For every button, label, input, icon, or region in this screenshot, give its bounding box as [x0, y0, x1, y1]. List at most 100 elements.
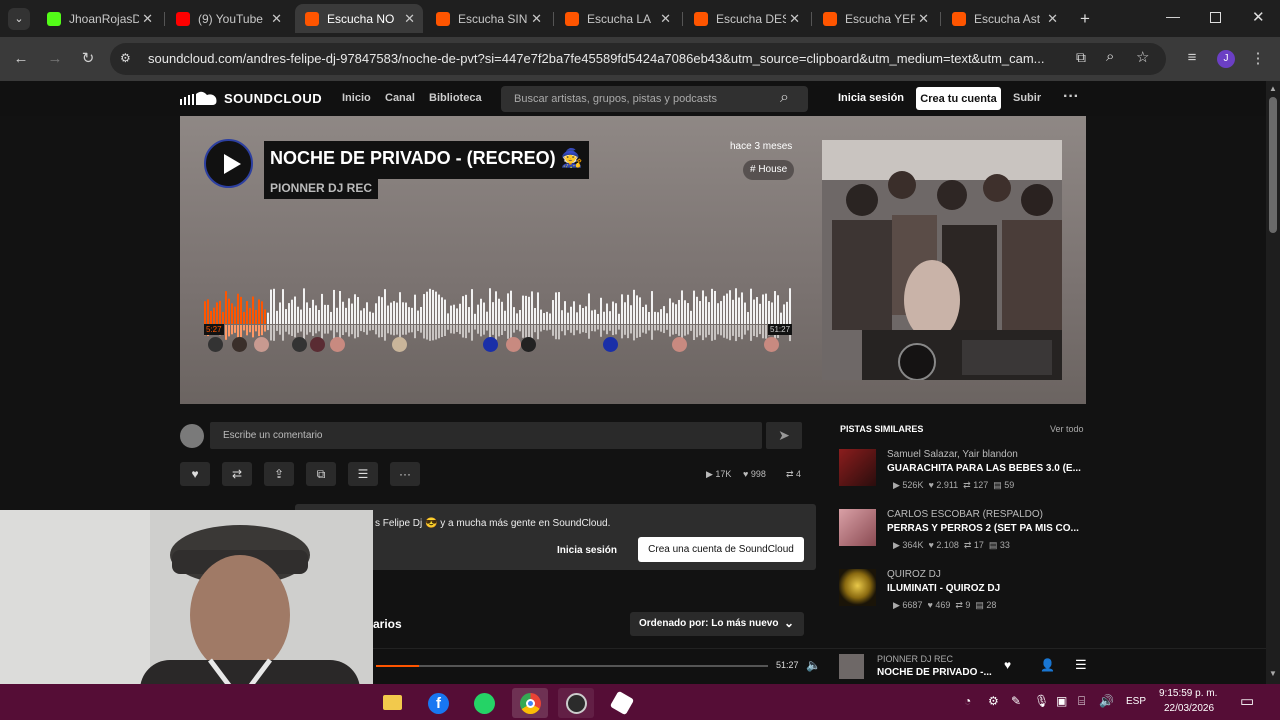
file-explorer-icon[interactable]	[374, 688, 410, 718]
tab-soundcloud[interactable]: Escucha SIN ✕	[426, 4, 550, 33]
profile-avatar[interactable]: J	[1217, 50, 1235, 68]
microphone-icon[interactable]: 🎙	[1034, 694, 1049, 708]
scrollbar-thumb[interactable]	[1269, 97, 1277, 233]
play-button[interactable]	[204, 139, 253, 188]
player-follow-icon[interactable]: 👤	[1040, 658, 1055, 672]
restore-icon[interactable]	[1210, 12, 1221, 23]
comment-avatar[interactable]	[392, 337, 407, 352]
comment-avatar[interactable]	[506, 337, 521, 352]
see-all-link[interactable]: Ver todo	[1050, 424, 1084, 434]
reading-list-icon[interactable]: ≡	[1180, 49, 1204, 66]
comment-avatar[interactable]	[483, 337, 498, 352]
track-thumbnail[interactable]	[839, 569, 876, 606]
whatsapp-icon[interactable]	[466, 688, 502, 718]
reload-icon[interactable]: ↻	[76, 49, 100, 67]
address-bar[interactable]: ⚙ soundcloud.com/andres-felipe-dj-978475…	[110, 43, 1166, 75]
site-info-icon[interactable]: ⚙	[120, 51, 131, 65]
close-tab-icon[interactable]: ✕	[1047, 11, 1058, 27]
track-thumbnail[interactable]	[839, 509, 876, 546]
nav-library[interactable]: Biblioteca	[429, 92, 482, 104]
genre-tag[interactable]: # House	[743, 160, 795, 180]
back-icon[interactable]: ←	[9, 50, 33, 67]
clock-time[interactable]: 9:15:59 p. m.	[1159, 688, 1217, 699]
track-thumbnail[interactable]	[839, 449, 876, 486]
tab-soundcloud[interactable]: Escucha YER ✕	[813, 4, 937, 33]
player-like-icon[interactable]: ♥	[1004, 658, 1011, 672]
tab-soundcloud[interactable]: Escucha DES ✕	[684, 4, 808, 33]
similar-track-item[interactable]: Samuel Salazar, Yair blandon GUARACHITA …	[839, 449, 1089, 503]
tab-youtube[interactable]: (9) YouTube ✕	[166, 4, 290, 33]
close-tab-icon[interactable]: ✕	[660, 11, 671, 27]
app-cube-icon[interactable]	[604, 688, 640, 718]
close-tab-icon[interactable]: ✕	[918, 11, 929, 27]
banner-signin-button[interactable]: Inicia sesión	[557, 539, 617, 563]
player-queue-icon[interactable]: ☰	[1075, 657, 1087, 673]
window-close-icon[interactable]: ✕	[1252, 8, 1265, 26]
track-artist[interactable]: PIONNER DJ REC	[264, 177, 379, 199]
like-button[interactable]: ♥	[180, 462, 210, 486]
facebook-icon[interactable]: f	[420, 688, 456, 718]
browser-menu-icon[interactable]: ⋮	[1246, 49, 1270, 67]
copy-link-button[interactable]: ⧉	[306, 462, 336, 486]
url-text[interactable]: soundcloud.com/andres-felipe-dj-97847583…	[148, 51, 1063, 66]
comment-avatar[interactable]	[764, 337, 779, 352]
signin-link[interactable]: Inicia sesión	[838, 92, 904, 104]
comment-avatar[interactable]	[208, 337, 223, 352]
upload-link[interactable]: Subir	[1013, 92, 1041, 104]
close-tab-icon[interactable]: ✕	[531, 11, 542, 27]
send-comment-icon[interactable]: ➤	[766, 422, 802, 449]
sort-dropdown[interactable]: Ordenado por: Lo más nuevo ⌄	[630, 612, 804, 636]
chrome-icon[interactable]	[512, 688, 548, 718]
comment-avatar[interactable]	[330, 337, 345, 352]
notifications-icon[interactable]: ▭	[1240, 692, 1254, 710]
comment-avatar[interactable]	[521, 337, 536, 352]
tab-soundcloud[interactable]: Escucha Ast ✕	[942, 4, 1066, 33]
new-tab-icon[interactable]: +	[1080, 9, 1090, 29]
search-icon[interactable]: ⌕	[780, 89, 789, 107]
obs-icon[interactable]	[558, 688, 594, 718]
clock-date[interactable]: 22/03/2026	[1164, 703, 1214, 714]
network-icon[interactable]: ⌸	[1078, 694, 1085, 709]
comment-avatar[interactable]	[292, 337, 307, 352]
close-tab-icon[interactable]: ✕	[142, 11, 153, 27]
tab-search-dropdown[interactable]: ⌄	[8, 8, 30, 30]
similar-track-item[interactable]: QUIROZ DJ ILUMINATI - QUIROZ DJ ▶ 6687 ♥…	[839, 569, 1089, 623]
tab-kick[interactable]: JhoanRojasD ✕	[37, 4, 161, 33]
close-tab-icon[interactable]: ✕	[271, 11, 282, 27]
nav-feed[interactable]: Canal	[385, 92, 415, 104]
tray-app-icon[interactable]: ◔	[964, 694, 971, 708]
comment-avatar[interactable]	[310, 337, 325, 352]
tab-soundcloud-active[interactable]: Escucha NO ✕	[295, 4, 423, 33]
comment-avatar[interactable]	[603, 337, 618, 352]
close-tab-icon[interactable]: ✕	[789, 11, 800, 27]
soundcloud-logo[interactable]: SOUNDCLOUD	[180, 90, 322, 106]
repost-button[interactable]: ⇄	[222, 462, 252, 486]
comment-avatar[interactable]	[254, 337, 269, 352]
zoom-icon[interactable]: ⌕	[1106, 48, 1114, 65]
tab-soundcloud[interactable]: Escucha LA ✕	[555, 4, 679, 33]
install-app-icon[interactable]: ⧉	[1076, 49, 1086, 66]
page-scrollbar[interactable]: ▲ ▼	[1266, 81, 1280, 684]
more-button[interactable]: ···	[390, 462, 420, 486]
forward-icon[interactable]: →	[43, 50, 67, 67]
bookmark-star-icon[interactable]: ☆	[1136, 48, 1149, 66]
share-button[interactable]: ⇪	[264, 462, 294, 486]
create-account-button[interactable]: Crea tu cuenta	[916, 87, 1001, 110]
player-title[interactable]: NOCHE DE PRIVADO -...	[877, 667, 992, 678]
comment-input[interactable]: Escribe un comentario	[210, 422, 762, 449]
scroll-up-icon[interactable]: ▲	[1269, 84, 1277, 93]
volume-tray-icon[interactable]: 🔊	[1099, 694, 1114, 708]
more-options-icon[interactable]: ···	[1063, 88, 1079, 106]
banner-create-account-button[interactable]: Crea una cuenta de SoundCloud	[638, 537, 804, 562]
minimize-icon[interactable]: —	[1166, 8, 1180, 24]
search-input[interactable]: Buscar artistas, grupos, pistas y podcas…	[501, 86, 808, 112]
tray-device-icon[interactable]: ▣	[1056, 694, 1067, 708]
volume-icon[interactable]: 🔈	[806, 658, 821, 672]
language-indicator[interactable]: ESP	[1126, 696, 1146, 707]
similar-track-item[interactable]: CARLOS ESCOBAR (RESPALDO) PERRAS Y PERRO…	[839, 509, 1089, 563]
add-to-next-up-button[interactable]: ☰	[348, 462, 378, 486]
player-progress-track[interactable]	[376, 665, 768, 667]
tray-pen-icon[interactable]: ✎	[1011, 694, 1021, 708]
close-tab-icon[interactable]: ✕	[404, 11, 415, 27]
player-artist[interactable]: PIONNER DJ REC	[877, 654, 953, 664]
